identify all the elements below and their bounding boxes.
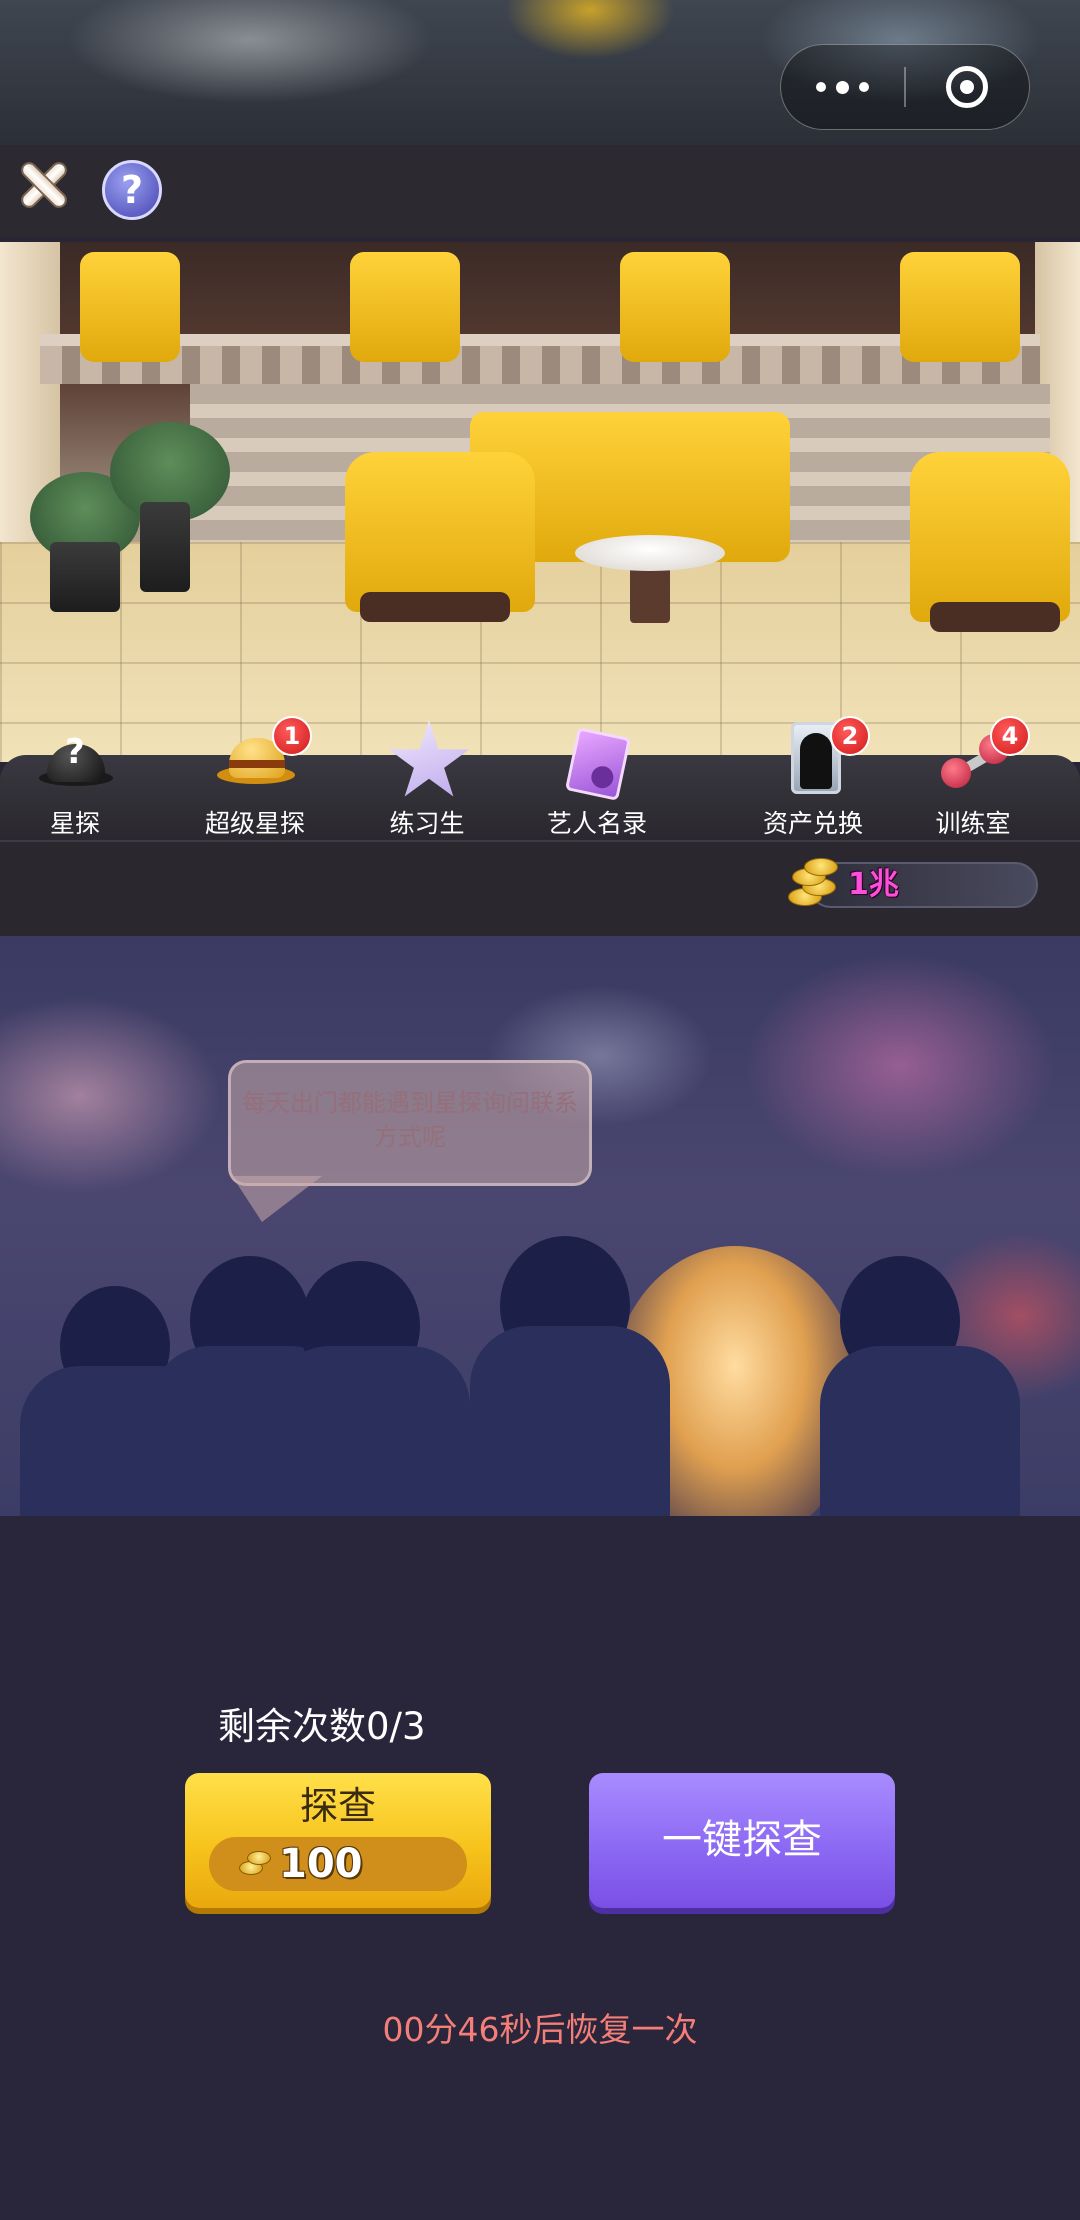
menu-item-asset-exchange[interactable]: 2 资产兑换 — [738, 716, 888, 840]
menu-item-super-scout[interactable]: 1 超级星探 — [180, 716, 330, 840]
notification-badge: 2 — [830, 716, 870, 756]
menu-item-label: 练习生 — [389, 809, 465, 838]
menu-item-scout[interactable]: ? 星探 — [0, 722, 150, 840]
target-circle-icon[interactable] — [906, 44, 1029, 130]
coin-balance: 1兆 — [848, 867, 899, 902]
menu-item-label: 超级星探 — [204, 809, 305, 838]
menu-item-label: 训练室 — [935, 809, 1011, 838]
notification-badge: 4 — [990, 716, 1030, 756]
close-x-icon[interactable] — [16, 158, 70, 212]
menu-item-label: 资产兑换 — [762, 809, 863, 838]
recovery-timer: 00分46秒后恢复一次 — [382, 2010, 698, 2049]
page: ? ? 星探 1 超级星探 练习生 艺人名录 2 资产兑换 4 训练室 1兆 每… — [0, 0, 1080, 2220]
artist-book-icon — [564, 722, 632, 801]
more-dots-icon[interactable] — [781, 44, 904, 130]
menu-item-artist-directory[interactable]: 艺人名录 — [522, 722, 672, 840]
probe-panel — [0, 1516, 1080, 2220]
menu-item-label: 艺人名录 — [546, 809, 647, 838]
black-hat-question-icon: ? — [39, 722, 113, 792]
speech-bubble-text: 每天出门都能遇到星探询问联系方式呢 — [242, 1089, 578, 1151]
probe-cost: 100 — [279, 1841, 363, 1887]
toolbar — [0, 145, 1080, 237]
star-trainee-icon — [388, 720, 470, 797]
help-question-icon: ? — [120, 168, 144, 212]
menu-item-training-room[interactable]: 4 训练室 — [898, 716, 1048, 840]
probe-button-label: 探查 — [299, 1784, 376, 1828]
coin-icon — [237, 1849, 273, 1879]
speech-bubble-tail — [232, 1176, 322, 1222]
help-button[interactable]: ? — [102, 160, 162, 220]
remaining-count: 剩余次数0/3 — [218, 1705, 426, 1748]
gold-coin-stack-icon — [782, 852, 842, 912]
one-click-probe-button[interactable]: 一键探查 — [589, 1773, 895, 1908]
menu-item-label: 星探 — [49, 809, 100, 838]
mini-program-capsule — [780, 44, 1030, 130]
menu-item-trainee[interactable]: 练习生 — [352, 720, 502, 840]
probe-button[interactable]: 探查 100 — [185, 1773, 491, 1908]
notification-badge: 1 — [272, 716, 312, 756]
street-scene — [0, 936, 1080, 1516]
lobby-scene — [0, 242, 1080, 762]
